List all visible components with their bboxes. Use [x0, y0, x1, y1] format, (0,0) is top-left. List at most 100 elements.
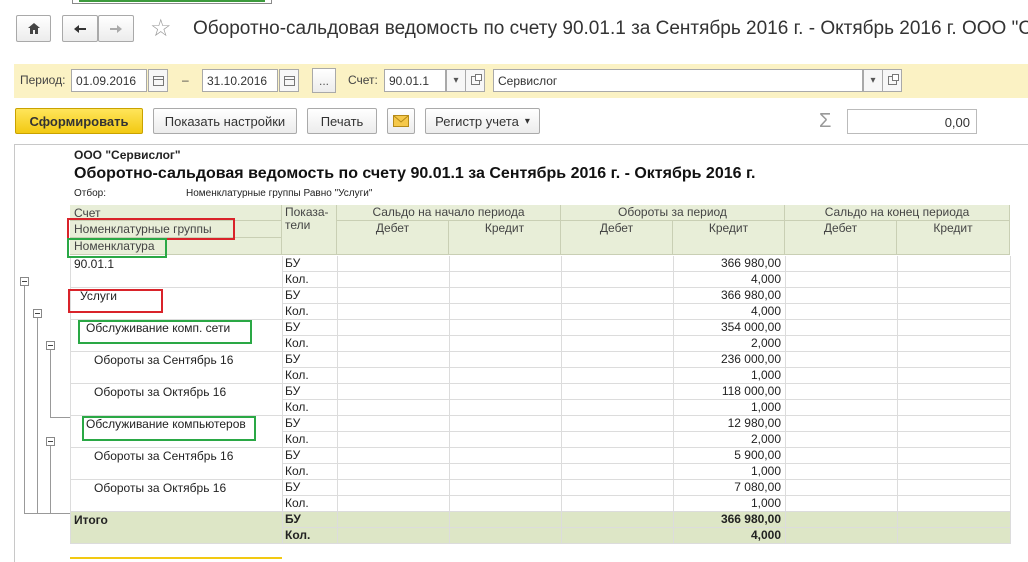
tree-line	[50, 417, 70, 418]
home-button[interactable]	[16, 15, 51, 42]
calendar-icon	[283, 75, 295, 86]
row-value-cell	[561, 320, 673, 336]
envelope-icon	[393, 115, 409, 127]
row-value-cell	[449, 336, 561, 352]
row-value-cell: 4,000	[673, 272, 785, 288]
row-value-cell	[561, 432, 673, 448]
print-button[interactable]: Печать	[307, 108, 377, 134]
row-value-cell: 1,000	[673, 464, 785, 480]
row-value-cell	[897, 416, 1010, 432]
row-value-cell	[561, 336, 673, 352]
row-value-cell	[449, 384, 561, 400]
grid-line	[337, 256, 338, 544]
row-value-cell: 7 080,00	[673, 480, 785, 496]
row-value-cell	[337, 336, 449, 352]
row-value-cell	[561, 368, 673, 384]
row-value-cell	[897, 464, 1010, 480]
row-value-cell	[561, 496, 673, 512]
row-value-cell	[561, 480, 673, 496]
period-from-field[interactable]: 01.09.2016	[71, 69, 147, 92]
toolbar: Сформировать Показать настройки Печать Р…	[14, 106, 1028, 138]
header-opening-balance: Сальдо на начало периода	[337, 205, 561, 221]
total-value-cell	[897, 512, 1010, 528]
star-icon[interactable]: ☆	[150, 14, 172, 44]
row-value-cell	[785, 336, 897, 352]
row-value-cell	[449, 352, 561, 368]
row-value-cell	[449, 416, 561, 432]
total-value-cell: 4,000	[673, 528, 785, 544]
row-value-cell	[785, 320, 897, 336]
active-tab-indicator	[72, 0, 272, 4]
row-value-cell	[897, 496, 1010, 512]
header-opening-debit: Дебет	[337, 221, 449, 255]
row-indicator: Кол.	[282, 464, 337, 480]
show-settings-button[interactable]: Показать настройки	[153, 108, 297, 134]
account-label: Счет:	[348, 73, 378, 87]
forward-button[interactable]	[98, 15, 134, 42]
header-closing-credit: Кредит	[897, 221, 1010, 255]
row-value-cell: 1,000	[673, 400, 785, 416]
total-indicator: Кол.	[282, 528, 337, 544]
row-value-cell	[449, 368, 561, 384]
period-select-button[interactable]: ...	[312, 68, 336, 93]
row-value-cell: 366 980,00	[673, 288, 785, 304]
row-value-cell: 2,000	[673, 432, 785, 448]
row-value-cell	[561, 272, 673, 288]
row-value-cell	[337, 448, 449, 464]
row-value-cell: 12 980,00	[673, 416, 785, 432]
collapse-icon[interactable]	[46, 437, 55, 446]
period-to-field[interactable]: 31.10.2016	[202, 69, 278, 92]
collapse-icon[interactable]	[33, 309, 42, 318]
tree-line	[50, 437, 51, 513]
sum-field[interactable]: 0,00	[847, 109, 977, 134]
organization-open-button[interactable]	[882, 69, 902, 92]
row-indicator: БУ	[282, 288, 337, 304]
row-indicator: БУ	[282, 416, 337, 432]
row-indicator: БУ	[282, 384, 337, 400]
row-value-cell	[785, 496, 897, 512]
grid-line	[673, 256, 674, 544]
organization-dropdown-button[interactable]: ▾	[863, 69, 883, 92]
header-indicators: Показа- тели	[282, 205, 337, 255]
total-value-cell	[449, 512, 561, 528]
row-value-cell	[449, 256, 561, 272]
collapse-icon[interactable]	[46, 341, 55, 350]
calendar-from-button[interactable]	[148, 69, 168, 92]
calendar-to-button[interactable]	[279, 69, 299, 92]
row-value-cell	[337, 400, 449, 416]
row-indicator: Кол.	[282, 432, 337, 448]
row-value-cell	[897, 304, 1010, 320]
row-value-cell	[337, 288, 449, 304]
account-dropdown-button[interactable]: ▾	[446, 69, 466, 92]
filter-label: Отбор:	[74, 188, 106, 199]
collapse-icon[interactable]	[20, 277, 29, 286]
row-value-cell	[785, 448, 897, 464]
row-value-cell	[785, 480, 897, 496]
tree-line	[50, 341, 51, 417]
generate-button[interactable]: Сформировать	[15, 108, 143, 134]
send-email-button[interactable]	[387, 108, 415, 134]
back-button[interactable]	[62, 15, 98, 42]
row-value-cell	[897, 288, 1010, 304]
total-value-cell: 366 980,00	[673, 512, 785, 528]
row-value-cell	[897, 368, 1010, 384]
organization-field[interactable]: Сервислог	[493, 69, 863, 92]
top-bar: ☆ Оборотно-сальдовая ведомость по счету …	[0, 0, 1028, 58]
report-title: Оборотно-сальдовая ведомость по счету 90…	[74, 165, 756, 182]
row-value-cell	[449, 304, 561, 320]
dropdown-icon: ▾	[524, 115, 530, 127]
window-title: Оборотно-сальдовая ведомость по счету 90…	[193, 18, 1028, 39]
row-value-cell	[897, 336, 1010, 352]
grid-line	[785, 256, 786, 544]
row-value-cell	[785, 400, 897, 416]
row-value-cell	[897, 480, 1010, 496]
total-value-cell	[561, 512, 673, 528]
highlight-nomenclature-groups-header	[67, 218, 235, 240]
account-field[interactable]: 90.01.1	[384, 69, 446, 92]
row-indicator: Кол.	[282, 304, 337, 320]
row-value-cell	[337, 304, 449, 320]
account-open-button[interactable]	[465, 69, 485, 92]
tree-line	[24, 513, 70, 514]
accounting-register-button[interactable]: Регистр учета ▾	[425, 108, 540, 134]
row-value-cell: 5 900,00	[673, 448, 785, 464]
